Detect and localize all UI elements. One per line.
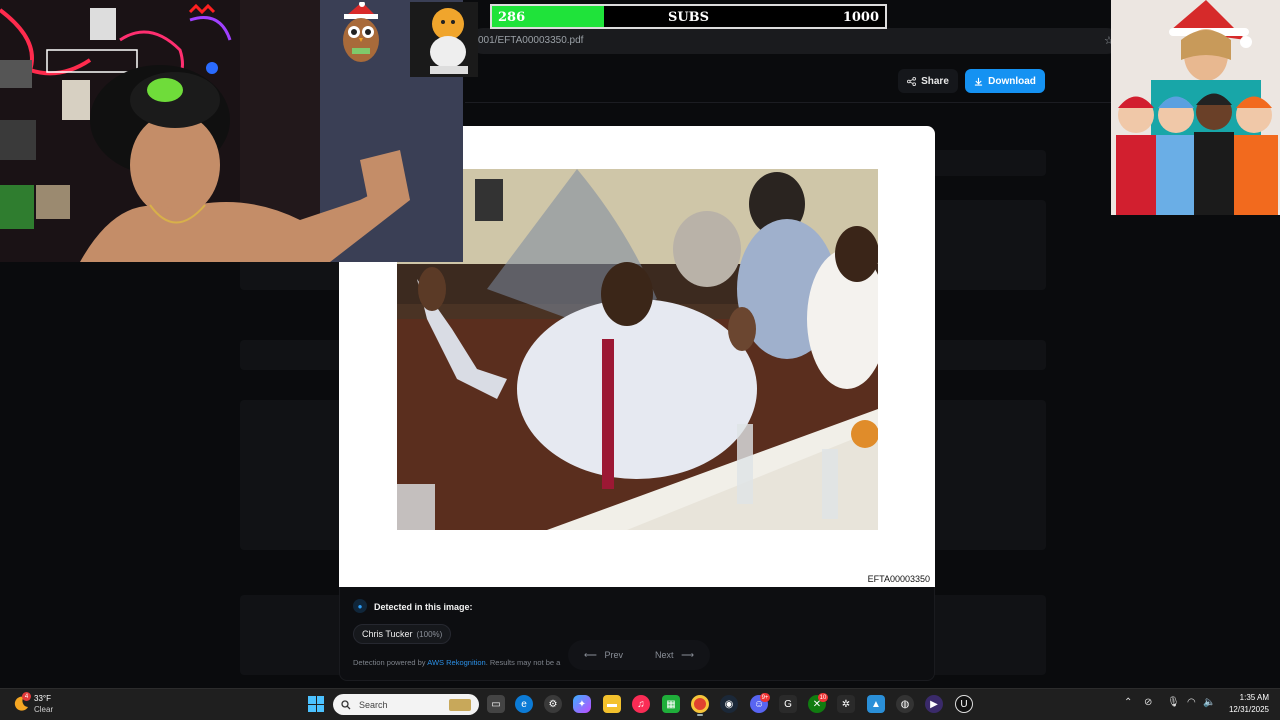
windows-start-icon[interactable]	[308, 696, 324, 712]
download-icon	[975, 77, 983, 86]
webcam-illustration	[0, 0, 463, 262]
spreadsheet-icon[interactable]: ▦	[662, 695, 680, 713]
wifi-icon[interactable]: ◠	[1187, 697, 1196, 708]
subs-label: SUBS	[667, 10, 710, 25]
xbox-badge: 10	[818, 693, 828, 702]
g-app-icon[interactable]: G	[779, 695, 797, 713]
chip-app-icon[interactable]: ✲	[837, 695, 855, 713]
document-photo	[397, 169, 878, 530]
clock-date[interactable]: 12/31/2025	[1221, 705, 1269, 714]
detection-confidence: (100%)	[416, 629, 443, 639]
speaker-icon[interactable]: 🔈	[1203, 697, 1215, 708]
edge-browser-icon[interactable]: e	[515, 695, 533, 713]
aws-rekognition-link[interactable]: AWS Rekognition	[427, 658, 486, 667]
screen: 001/EFTA00003350.pdf ☆ Share Download EF…	[0, 0, 1280, 720]
subs-goal: 1000	[842, 10, 879, 25]
arrow-right-icon: ⟶	[681, 649, 694, 660]
chrome-browser-icon[interactable]	[691, 695, 709, 713]
tray-chevron-icon[interactable]: ⌃	[1124, 697, 1132, 708]
prev-label: Prev	[604, 649, 623, 660]
detection-title: Detected in this image:	[374, 602, 473, 612]
detected-person-chip[interactable]: Chris Tucker (100%)	[353, 624, 452, 644]
notification-mute-icon[interactable]: ⊘	[1144, 697, 1152, 708]
owl-sticker	[343, 2, 379, 62]
weather-condition[interactable]: Clear	[34, 705, 53, 714]
discord-badge: 9+	[760, 693, 770, 702]
credit-prefix: Detection powered by	[353, 658, 428, 667]
obs-icon[interactable]: ◍	[896, 695, 914, 713]
unreal-engine-icon[interactable]: U	[955, 695, 973, 713]
toolbar-divider	[465, 102, 1115, 103]
search-highlight-icon	[449, 698, 471, 711]
person-icon: ●	[353, 599, 367, 613]
clock-time[interactable]: 1:35 AM	[1227, 693, 1269, 702]
share-label: Share	[921, 75, 949, 87]
webcam-overlay	[0, 0, 463, 262]
share-button[interactable]: Share	[898, 69, 958, 93]
detection-credit: Detection powered by AWS Rekognition. Re…	[353, 658, 560, 667]
next-label: Next	[655, 649, 674, 660]
search-icon	[341, 699, 351, 709]
settings-gear-icon[interactable]: ⚙	[544, 695, 562, 713]
photos-icon[interactable]: ▲	[867, 695, 885, 713]
search-placeholder: Search	[359, 699, 388, 710]
active-app-indicator	[697, 714, 703, 716]
weather-badge: 4	[22, 692, 31, 701]
steam-icon[interactable]: ◉	[720, 695, 738, 713]
family-photo-overlay	[1111, 0, 1280, 215]
file-explorer-icon[interactable]: ▬	[603, 695, 621, 713]
apple-music-icon[interactable]: ♫	[632, 695, 650, 713]
weather-temperature[interactable]: 33°F	[34, 694, 51, 703]
download-label: Download	[988, 75, 1036, 87]
copilot-icon[interactable]: ✦	[573, 695, 591, 713]
credit-suffix: . Results may not be a	[485, 658, 561, 667]
toy-sticker	[410, 2, 478, 77]
arrow-left-icon: ⟵	[584, 649, 597, 660]
next-button[interactable]: Next ⟶	[655, 650, 694, 661]
taskbar-search-box[interactable]: Search	[333, 694, 479, 715]
address-text[interactable]: 001/EFTA00003350.pdf	[478, 35, 583, 46]
detected-person-name: Chris Tucker	[362, 629, 413, 639]
media-player-icon[interactable]: ▶	[925, 695, 943, 713]
share-icon	[907, 76, 917, 86]
photo-illustration	[397, 169, 878, 530]
microphone-icon[interactable]: 🎙	[1167, 697, 1180, 708]
document-id-label: EFTA00003350	[867, 574, 930, 584]
download-button[interactable]: Download	[965, 69, 1045, 93]
task-view-icon[interactable]: ▭	[487, 695, 505, 713]
subs-goal-bar: 286 SUBS 1000	[490, 4, 887, 29]
prev-button[interactable]: ⟵ Prev	[584, 650, 623, 661]
page-navigator: ⟵ Prev Next ⟶	[568, 640, 710, 670]
